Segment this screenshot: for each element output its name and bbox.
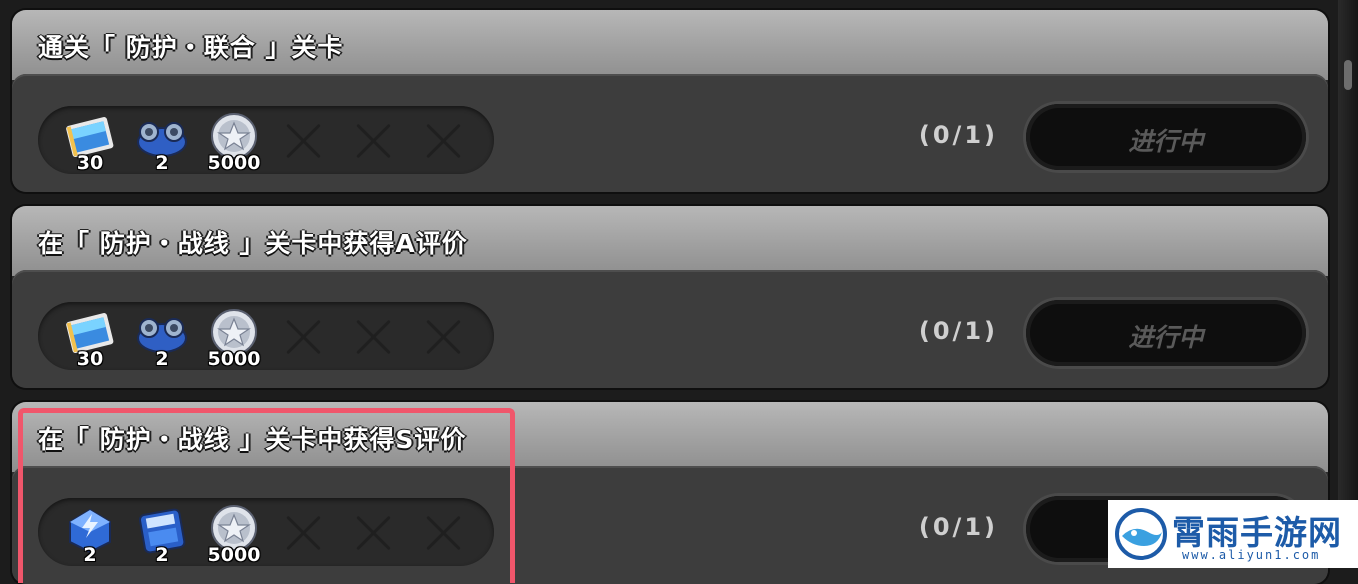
reward-tray: 30 2 5000: [38, 302, 494, 370]
status-label: 进行中: [1128, 127, 1204, 156]
reward-tray: 2 2 5000: [38, 498, 494, 566]
status-label: 进行中: [1128, 323, 1204, 352]
empty-reward-slot: [424, 122, 462, 160]
list-scrollbar[interactable]: [1338, 0, 1358, 568]
reward-item[interactable]: 5000: [204, 110, 264, 174]
watermark-brand: 霄雨手游网: [1172, 513, 1342, 552]
mission-title: 在「 防护・战线 」关卡中获得S评价: [38, 425, 467, 454]
mission-card: 在「 防护・战线 」关卡中获得A评价 30 2 5000 (0/1) 进行中: [12, 206, 1328, 388]
reward-qty: 5000: [207, 348, 261, 370]
mission-header: 在「 防护・战线 」关卡中获得S评价: [12, 402, 1328, 472]
mission-progress: (0/1): [918, 513, 998, 541]
empty-reward-slot: [354, 318, 392, 356]
mission-progress: (0/1): [918, 121, 998, 149]
mission-body: 30 2 5000 (0/1) 进行中: [12, 270, 1328, 388]
empty-reward-slot: [354, 122, 392, 160]
reward-qty: 2: [155, 152, 169, 174]
status-button[interactable]: 进行中: [1026, 300, 1306, 366]
reward-item[interactable]: 2: [132, 502, 192, 566]
scrollbar-thumb[interactable]: [1344, 60, 1352, 90]
mission-title: 在「 防护・战线 」关卡中获得A评价: [38, 229, 468, 258]
empty-reward-slot: [424, 318, 462, 356]
reward-qty: 30: [76, 348, 104, 370]
status-button[interactable]: 进行中: [1026, 104, 1306, 170]
mission-title: 通关「 防护・联合 」关卡: [38, 33, 344, 62]
mission-card: 通关「 防护・联合 」关卡 30 2 5000 (0/1) 进行中: [12, 10, 1328, 192]
reward-qty: 30: [76, 152, 104, 174]
reward-item[interactable]: 5000: [204, 502, 264, 566]
empty-reward-slot: [284, 122, 322, 160]
mission-body: 30 2 5000 (0/1) 进行中: [12, 74, 1328, 192]
reward-qty: 2: [155, 544, 169, 566]
watermark: 霄雨手游网 www.aliyun1.com: [1108, 500, 1358, 568]
reward-item[interactable]: 5000: [204, 306, 264, 370]
reward-item[interactable]: 2: [132, 306, 192, 370]
empty-reward-slot: [284, 514, 322, 552]
empty-reward-slot: [284, 318, 322, 356]
reward-qty: 5000: [207, 152, 261, 174]
empty-reward-slot: [424, 514, 462, 552]
reward-tray: 30 2 5000: [38, 106, 494, 174]
reward-item[interactable]: 30: [60, 110, 120, 174]
mission-progress: (0/1): [918, 317, 998, 345]
reward-item[interactable]: 30: [60, 306, 120, 370]
fish-logo-icon: [1115, 508, 1167, 560]
reward-qty: 2: [155, 348, 169, 370]
watermark-url: www.aliyun1.com: [1182, 548, 1321, 562]
mission-header: 通关「 防护・联合 」关卡: [12, 10, 1328, 80]
empty-reward-slot: [354, 514, 392, 552]
reward-qty: 5000: [207, 544, 261, 566]
reward-item[interactable]: 2: [60, 502, 120, 566]
reward-qty: 2: [83, 544, 97, 566]
mission-header: 在「 防护・战线 」关卡中获得A评价: [12, 206, 1328, 276]
reward-item[interactable]: 2: [132, 110, 192, 174]
